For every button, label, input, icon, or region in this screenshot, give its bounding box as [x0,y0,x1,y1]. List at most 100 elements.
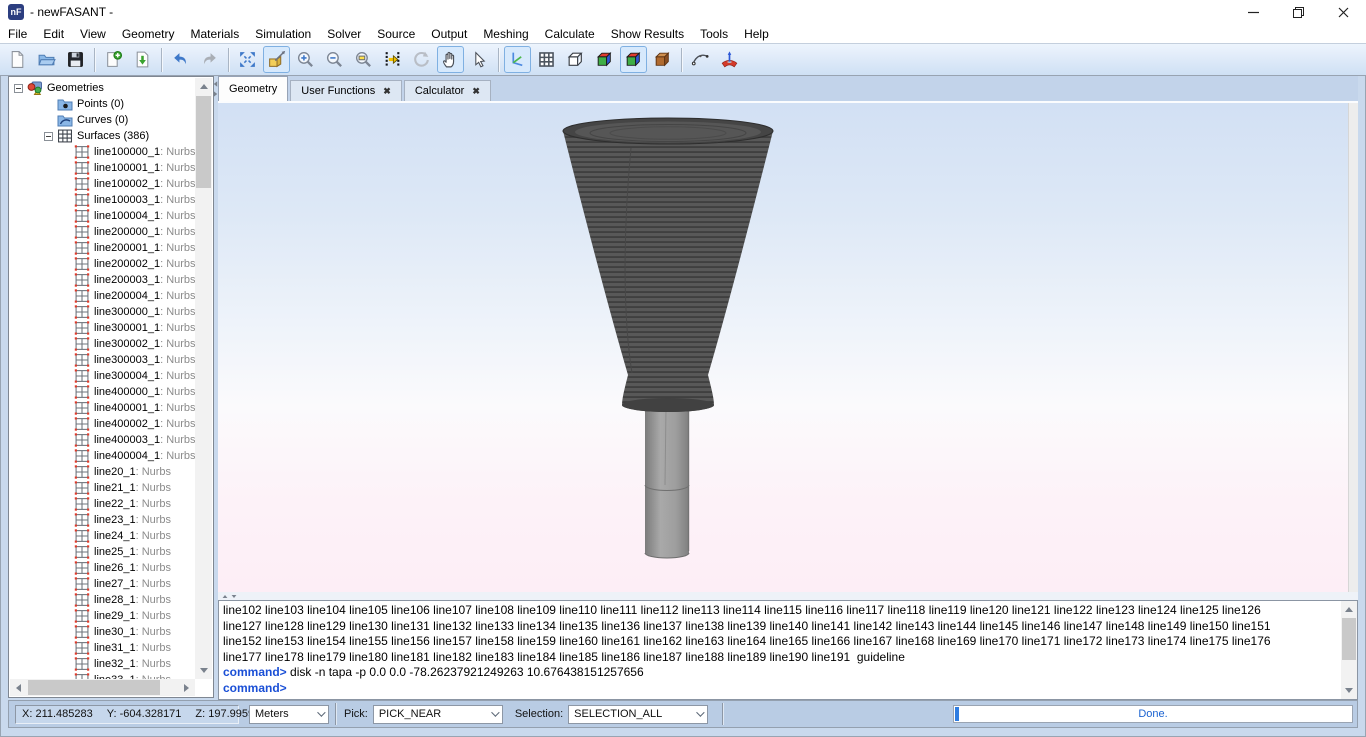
perspective-view-button[interactable] [263,46,290,73]
console-scrollbar[interactable] [1341,601,1357,699]
console-splitter[interactable] [218,592,1358,600]
tree-item-line22-1[interactable]: line22_1 : Nurbs [10,496,195,512]
menu-source[interactable]: Source [369,24,423,43]
tree-item-line26-1[interactable]: line26_1 : Nurbs [10,560,195,576]
scroll-down-arrow[interactable] [1341,682,1357,699]
3d-viewport[interactable] [218,103,1348,592]
tree-item-line200002-1[interactable]: line200002_1 : Nurbs [10,256,195,272]
tree-item-line400001-1[interactable]: line400001_1 : Nurbs [10,400,195,416]
tree-item-line21-1[interactable]: line21_1 : Nurbs [10,480,195,496]
tree-item-line100001-1[interactable]: line100001_1 : Nurbs [10,160,195,176]
scrollbar-thumb[interactable] [28,680,160,695]
menu-help[interactable]: Help [736,24,777,43]
tree-item-line32-1[interactable]: line32_1 : Nurbs [10,656,195,672]
menu-view[interactable]: View [72,24,114,43]
tree-item-line400002-1[interactable]: line400002_1 : Nurbs [10,416,195,432]
scrollbar-thumb[interactable] [196,96,211,188]
menu-calculate[interactable]: Calculate [537,24,603,43]
tab-geometry[interactable]: Geometry [218,76,288,101]
menu-file[interactable]: File [0,24,35,43]
add-geometry-button[interactable] [100,46,127,73]
tree-item-line100002-1[interactable]: line100002_1 : Nurbs [10,176,195,192]
command-console[interactable]: line102 line103 line104 line105 line106 … [218,600,1358,700]
zoom-out-button[interactable] [321,46,348,73]
solid-edges-view-button[interactable] [620,46,647,73]
wireframe-view-button[interactable] [562,46,589,73]
horn-antenna-model[interactable] [218,103,1348,592]
tree-item-line200003-1[interactable]: line200003_1 : Nurbs [10,272,195,288]
units-select[interactable]: Meters [249,705,329,724]
tree-item-geometries[interactable]: Geometries [10,80,195,96]
tree-item-line300003-1[interactable]: line300003_1 : Nurbs [10,352,195,368]
pick-mode-select[interactable]: PICK_NEAR [373,705,503,724]
tree-item-line300000-1[interactable]: line300000_1 : Nurbs [10,304,195,320]
tree-item-line28-1[interactable]: line28_1 : Nurbs [10,592,195,608]
tree-item-line20-1[interactable]: line20_1 : Nurbs [10,464,195,480]
axes-toggle-button[interactable] [504,46,531,73]
tree-item-line200000-1[interactable]: line200000_1 : Nurbs [10,224,195,240]
zoom-window-button[interactable] [350,46,377,73]
save-file-button[interactable] [62,46,89,73]
tree-item-line24-1[interactable]: line24_1 : Nurbs [10,528,195,544]
scroll-left-arrow[interactable] [10,679,27,696]
tree-item-curves[interactable]: Curves (0) [10,112,195,128]
menu-solver[interactable]: Solver [319,24,369,43]
grid-toggle-button[interactable] [533,46,560,73]
selection-mode-select[interactable]: SELECTION_ALL [568,705,708,724]
tree-item-line300001-1[interactable]: line300001_1 : Nurbs [10,320,195,336]
zoom-in-button[interactable] [292,46,319,73]
tree-expander[interactable] [14,84,23,93]
close-icon[interactable]: ✖ [472,87,480,96]
tree-item-line200001-1[interactable]: line200001_1 : Nurbs [10,240,195,256]
menu-simulation[interactable]: Simulation [247,24,319,43]
tree-item-points[interactable]: Points (0) [10,96,195,112]
tree-item-line400000-1[interactable]: line400000_1 : Nurbs [10,384,195,400]
tree-item-line100004-1[interactable]: line100004_1 : Nurbs [10,208,195,224]
tree-vertical-scrollbar[interactable] [195,78,212,679]
tree-item-line29-1[interactable]: line29_1 : Nurbs [10,608,195,624]
import-geometry-button[interactable] [129,46,156,73]
scroll-down-arrow[interactable] [195,662,212,679]
tree-item-line400004-1[interactable]: line400004_1 : Nurbs [10,448,195,464]
tree-item-line30-1[interactable]: line30_1 : Nurbs [10,624,195,640]
tree-item-line100003-1[interactable]: line100003_1 : Nurbs [10,192,195,208]
restore-button[interactable] [1276,0,1321,24]
menu-show-results[interactable]: Show Results [603,24,692,43]
curvature-tool-button[interactable] [687,46,714,73]
tree-item-line300004-1[interactable]: line300004_1 : Nurbs [10,368,195,384]
normals-tool-button[interactable] [716,46,743,73]
tree-item-line27-1[interactable]: line27_1 : Nurbs [10,576,195,592]
tree-item-line23-1[interactable]: line23_1 : Nurbs [10,512,195,528]
texture-view-button[interactable] [649,46,676,73]
menu-geometry[interactable]: Geometry [114,24,183,43]
rotate-view-button[interactable] [408,46,435,73]
scroll-up-arrow[interactable] [195,78,212,95]
new-file-button[interactable] [4,46,31,73]
tree-item-surfaces[interactable]: Surfaces (386) [10,128,195,144]
menu-materials[interactable]: Materials [183,24,248,43]
fit-view-button[interactable] [234,46,261,73]
tab-user-functions[interactable]: User Functions✖ [290,80,402,101]
tree-item-line300002-1[interactable]: line300002_1 : Nurbs [10,336,195,352]
open-file-button[interactable] [33,46,60,73]
minimize-button[interactable] [1231,0,1276,24]
select-cursor-button[interactable] [466,46,493,73]
tree-expander[interactable] [44,132,53,141]
tab-calculator[interactable]: Calculator✖ [404,80,491,101]
menu-tools[interactable]: Tools [692,24,736,43]
scroll-up-arrow[interactable] [1341,601,1357,618]
menu-edit[interactable]: Edit [35,24,72,43]
tree-item-line200004-1[interactable]: line200004_1 : Nurbs [10,288,195,304]
tree-item-line31-1[interactable]: line31_1 : Nurbs [10,640,195,656]
undo-button[interactable] [167,46,194,73]
close-button[interactable] [1321,0,1366,24]
tree-horizontal-scrollbar[interactable] [10,679,195,696]
redo-button[interactable] [196,46,223,73]
tree-item-line25-1[interactable]: line25_1 : Nurbs [10,544,195,560]
tree-item-line400003-1[interactable]: line400003_1 : Nurbs [10,432,195,448]
tree-item-line33-1[interactable]: line33_1 : Nurbs [10,672,195,679]
menu-output[interactable]: Output [423,24,475,43]
close-icon[interactable]: ✖ [383,87,391,96]
tree-item-line100000-1[interactable]: line100000_1 : Nurbs [10,144,195,160]
solid-view-button[interactable] [591,46,618,73]
